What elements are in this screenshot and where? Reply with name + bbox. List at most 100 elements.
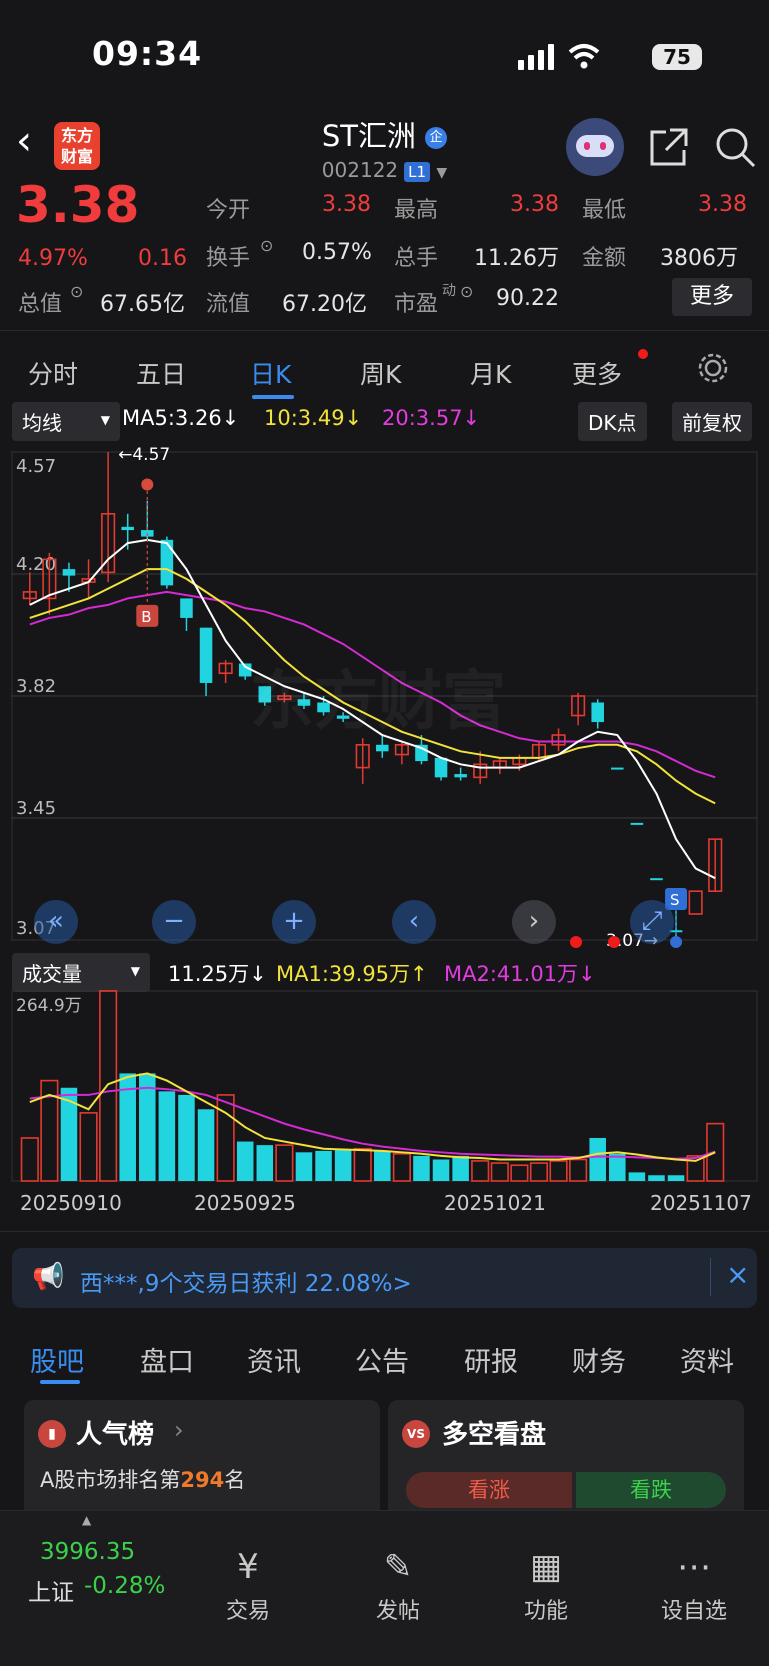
- volume-chart[interactable]: 264.9万: [0, 985, 769, 1185]
- bearish-button[interactable]: 看跌: [576, 1472, 726, 1508]
- settings-gear-icon[interactable]: [696, 351, 730, 385]
- candle: [688, 890, 703, 915]
- tab-research[interactable]: 研报: [464, 1340, 518, 1379]
- dk-point-button[interactable]: DK点: [578, 402, 647, 441]
- ma10-label: 10:3.49↓: [264, 406, 363, 430]
- open-value: 3.38: [322, 192, 371, 217]
- volume-bar: [295, 1152, 313, 1181]
- info-icon[interactable]: ⊙: [260, 236, 273, 255]
- volume-bar: [413, 1155, 430, 1181]
- vs-icon: VS: [402, 1420, 430, 1448]
- tab-more[interactable]: 更多: [572, 355, 622, 391]
- volume-bar: [99, 990, 118, 1182]
- volume-bar: [236, 1141, 254, 1181]
- candle: [101, 452, 116, 583]
- close-icon[interactable]: ×: [726, 1258, 749, 1291]
- pe-value: 90.22: [496, 286, 559, 311]
- battery-indicator: 75: [652, 44, 702, 70]
- candle: [591, 699, 604, 729]
- candle: [551, 728, 566, 752]
- scroll-left-fast-icon[interactable]: «: [34, 900, 78, 944]
- tab-finance[interactable]: 财务: [572, 1340, 626, 1379]
- search-icon[interactable]: [714, 126, 758, 170]
- signal-dot: [608, 936, 621, 948]
- market-cap-value: 67.65亿: [100, 292, 185, 317]
- banner-text: 西***,9个交易日获利 22.08%>: [80, 1271, 412, 1297]
- volume-bar: [353, 1147, 372, 1182]
- volume-bar: [79, 1112, 98, 1182]
- tab-five-day[interactable]: 五日: [136, 355, 186, 391]
- volume-bar: [392, 1152, 411, 1182]
- date-tick: 20251107: [650, 1191, 752, 1215]
- notification-dot: [638, 349, 648, 359]
- volume-bar: [432, 1159, 450, 1181]
- candle: [611, 767, 624, 770]
- tab-monthly-k[interactable]: 月K: [470, 355, 511, 391]
- fullscreen-icon[interactable]: ⤢: [630, 900, 674, 944]
- index-name[interactable]: 上证: [28, 1573, 74, 1607]
- nav-watchlist[interactable]: ⋯ 设自选: [644, 1547, 744, 1625]
- bull-bear-card[interactable]: VS 多空看盘 看涨 看跌: [388, 1400, 744, 1520]
- candle: [630, 822, 644, 825]
- profit-banner[interactable]: 📢 西***,9个交易日获利 22.08%> ×: [12, 1248, 757, 1308]
- ma-selector[interactable]: 均线 ▼: [12, 402, 120, 441]
- volume-bar: [20, 1137, 39, 1182]
- sell-label: S: [670, 891, 680, 909]
- share-icon[interactable]: [648, 126, 690, 168]
- candle: [571, 692, 586, 726]
- tab-daily-k[interactable]: 日K: [250, 355, 291, 391]
- nav-post[interactable]: ✎ 发帖: [348, 1547, 448, 1625]
- tab-intraday[interactable]: 分时: [28, 355, 78, 391]
- scroll-right-icon[interactable]: ›: [512, 900, 556, 944]
- candle: [199, 627, 213, 696]
- zoom-in-icon[interactable]: +: [272, 900, 316, 944]
- volume-bar: [315, 1150, 332, 1181]
- more-button[interactable]: 更多: [672, 278, 752, 316]
- low-value: 3.38: [698, 192, 747, 217]
- rank-text: A股市场排名第294名: [40, 1468, 246, 1492]
- index-value[interactable]: 3996.35: [40, 1539, 135, 1565]
- nav-functions[interactable]: ▦ 功能: [496, 1547, 596, 1625]
- more-dots-icon: ⋯: [677, 1547, 711, 1587]
- current-price: 3.38: [16, 176, 140, 234]
- popularity-card[interactable]: ▮ 人气榜 › A股市场排名第294名: [24, 1400, 380, 1520]
- index-pct[interactable]: -0.28%: [84, 1573, 165, 1599]
- tab-pankou[interactable]: 盘口: [140, 1340, 194, 1379]
- price-tick: 3.82: [16, 676, 56, 697]
- kline-tabs: 分时 五日 日K 周K 月K 更多: [0, 330, 769, 403]
- candle: [708, 838, 723, 893]
- pe-dynamic-label: 动: [442, 283, 456, 299]
- bull-bear-title: 多空看盘: [442, 1420, 547, 1450]
- volume-bar: [510, 1164, 529, 1182]
- tab-announcement[interactable]: 公告: [355, 1340, 409, 1379]
- volume-bar: [374, 1150, 391, 1181]
- buy-label: B: [141, 608, 151, 626]
- amount-value: 3806万: [660, 246, 738, 271]
- ma5-label: MA5:3.26↓: [122, 406, 240, 430]
- forward-adjust-button[interactable]: 前复权: [672, 402, 752, 441]
- bullish-button[interactable]: 看涨: [406, 1472, 572, 1508]
- tab-news[interactable]: 资讯: [247, 1340, 301, 1379]
- volume-bar: [197, 1109, 215, 1181]
- signal-dot: [570, 936, 583, 948]
- zoom-out-icon[interactable]: −: [152, 900, 196, 944]
- volume-bar: [589, 1137, 606, 1181]
- edit-icon: ✎: [383, 1547, 413, 1587]
- vol-ma1-label: MA1:39.95万↑: [276, 962, 428, 986]
- signal-wifi-icon: [518, 44, 600, 70]
- info-icon[interactable]: ⊙: [70, 282, 83, 301]
- change-value: 0.16: [138, 246, 187, 271]
- tab-weekly-k[interactable]: 周K: [360, 355, 401, 391]
- volume-bar: [334, 1149, 352, 1181]
- date-tick: 20250910: [20, 1191, 122, 1215]
- volume-bar: [648, 1175, 665, 1181]
- scroll-left-icon[interactable]: ‹: [392, 900, 436, 944]
- info-icon[interactable]: ⊙: [460, 282, 473, 301]
- volume-bar: [256, 1145, 274, 1181]
- tab-profile[interactable]: 资料: [680, 1340, 734, 1379]
- robot-assistant-icon[interactable]: [566, 118, 624, 176]
- section-tab-underline: [40, 1380, 80, 1384]
- popularity-title: 人气榜: [76, 1420, 155, 1450]
- tab-guba[interactable]: 股吧: [30, 1340, 84, 1379]
- nav-trade[interactable]: ¥ 交易: [198, 1547, 298, 1625]
